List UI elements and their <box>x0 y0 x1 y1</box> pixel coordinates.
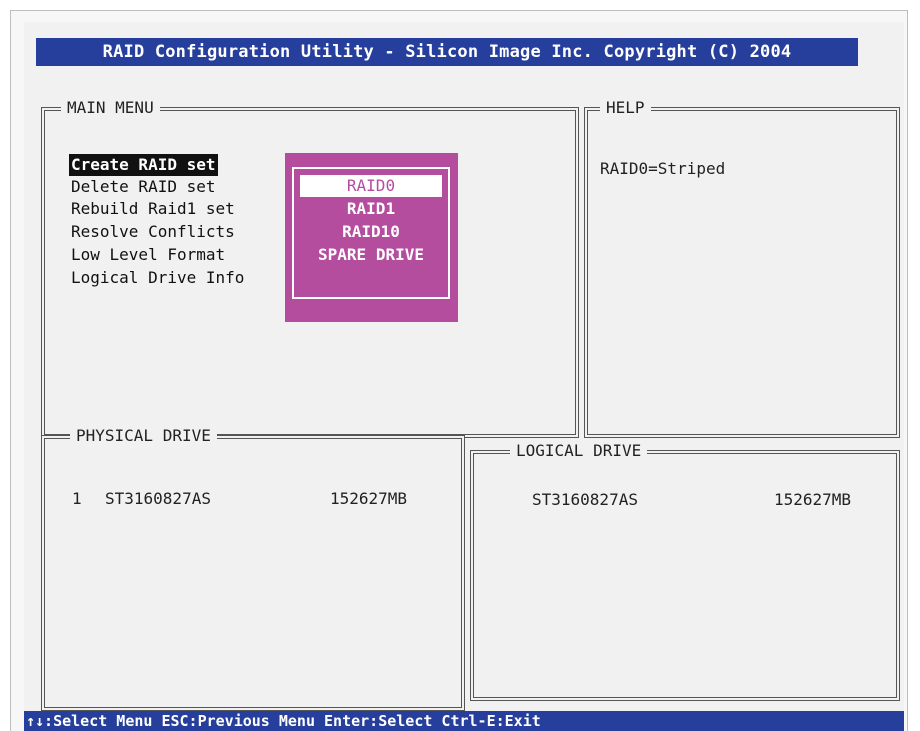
raid-option-raid10[interactable]: RAID10 <box>300 221 442 243</box>
menu-item-create-raid-set[interactable]: Create RAID set <box>69 154 218 176</box>
physical-drive-panel: PHYSICAL DRIVE 1 ST3160827AS 152627MB <box>41 426 465 711</box>
physical-drive-index: 1 <box>72 489 82 508</box>
logical-drive-panel: LOGICAL DRIVE ST3160827AS 152627MB <box>470 441 900 701</box>
status-bar: ↑↓:Select Menu ESC:Previous Menu Enter:S… <box>24 711 904 731</box>
help-title: HELP <box>600 98 651 117</box>
logical-drive-size: 152627MB <box>774 490 852 509</box>
raid-type-popup-border: RAID0 RAID1 RAID10 SPARE DRIVE <box>292 167 450 299</box>
raid-option-raid1[interactable]: RAID1 <box>300 198 442 220</box>
physical-drive-size: 152627MB <box>330 489 408 508</box>
logical-drive-title: LOGICAL DRIVE <box>510 441 648 460</box>
main-menu-title: MAIN MENU <box>61 98 160 117</box>
title-bar: RAID Configuration Utility - Silicon Ima… <box>36 38 858 66</box>
help-panel: HELP RAID0=Striped <box>584 98 900 438</box>
raid-type-popup: RAID0 RAID1 RAID10 SPARE DRIVE <box>285 153 458 322</box>
physical-drive-model: ST3160827AS <box>105 489 211 508</box>
menu-item-rebuild-raid1-set[interactable]: Rebuild Raid1 set <box>69 198 237 220</box>
menu-item-logical-drive-info[interactable]: Logical Drive Info <box>69 267 246 289</box>
menu-item-resolve-conflicts[interactable]: Resolve Conflicts <box>69 221 237 243</box>
physical-drive-title: PHYSICAL DRIVE <box>70 426 217 445</box>
help-text: RAID0=Striped <box>600 159 726 178</box>
bios-screen: RAID Configuration Utility - Silicon Ima… <box>24 22 904 731</box>
menu-item-low-level-format[interactable]: Low Level Format <box>69 244 227 266</box>
logical-drive-model: ST3160827AS <box>532 490 638 509</box>
raid-option-spare-drive[interactable]: SPARE DRIVE <box>300 244 442 266</box>
raid-option-raid0[interactable]: RAID0 <box>300 175 442 197</box>
menu-item-delete-raid-set[interactable]: Delete RAID set <box>69 176 218 198</box>
